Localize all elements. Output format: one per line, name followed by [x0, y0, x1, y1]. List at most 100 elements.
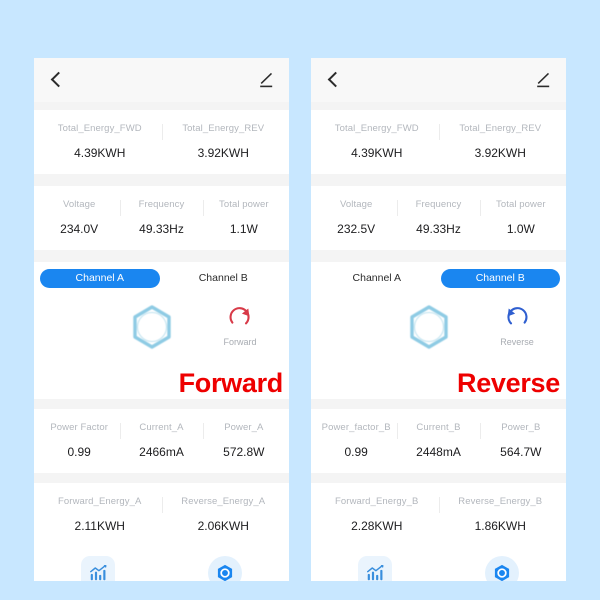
direction-indicator: Forward — [217, 303, 263, 348]
metric-power-factor: Power Factor 0.99 — [38, 421, 120, 459]
direction-overlay-text: Reverse — [457, 368, 560, 398]
tab-channel-a[interactable]: Channel A — [317, 269, 437, 288]
channel-control-area: Reverse Reverse — [311, 295, 566, 399]
metric-reverse-energy: Reverse_Energy_A 2.06KWH — [161, 495, 286, 533]
tab-channel-b[interactable]: Channel B — [164, 269, 284, 288]
metric-label: Total_Energy_FWD — [57, 123, 142, 134]
nav-item-energy-monitor[interactable]: Energy Monitor — [311, 555, 439, 581]
metric-label: Forward_Energy_B — [335, 496, 419, 507]
tab-channel-a[interactable]: Channel A — [40, 269, 160, 288]
hexagon-gear-icon — [485, 555, 520, 581]
panel-reverse: Total_Energy_FWD 4.39KWH Total_Energy_RE… — [311, 58, 566, 581]
metric-value: 2.06KWH — [197, 519, 249, 533]
metric-total-energy-rev: Total_Energy_REV 3.92KWH — [438, 122, 563, 160]
power-card: Power Factor 0.99 Current_A 2466mA Power… — [34, 409, 289, 473]
panel-forward: Total_Energy_FWD 4.39KWH Total_Energy_RE… — [34, 58, 289, 581]
section-gap — [34, 473, 289, 483]
energy-card: Forward_Energy_A 2.11KWH Reverse_Energy_… — [34, 483, 289, 547]
metric-label: Power_B — [501, 422, 541, 433]
metric-label: Total_Energy_FWD — [334, 123, 419, 134]
direction-label: Reverse — [500, 337, 534, 347]
direction-indicator: Reverse — [494, 303, 540, 348]
rotate-clockwise-icon — [229, 307, 250, 325]
metric-value: 0.99 — [67, 445, 91, 459]
bottom-navigation: Energy Monitor Calibration — [34, 547, 289, 581]
bar-chart-trend-icon — [357, 555, 392, 581]
metric-current: Current_A 2466mA — [120, 421, 202, 459]
app-header — [34, 58, 289, 102]
channel-control-area: Forward Forward — [34, 295, 289, 399]
metric-value: 2448mA — [416, 445, 461, 459]
section-gap — [34, 102, 289, 110]
metric-label: Total_Energy_REV — [182, 123, 265, 134]
pencil-edit-icon[interactable] — [534, 71, 552, 89]
section-gap — [34, 174, 289, 186]
metric-power-factor: Power_factor_B 0.99 — [315, 421, 397, 459]
bottom-navigation: Energy Monitor Calibration — [311, 547, 566, 581]
power-card: Power_factor_B 0.99 Current_B 2448mA Pow… — [311, 409, 566, 473]
metric-voltage: Voltage 232.5V — [315, 198, 397, 236]
metric-label: Reverse_Energy_B — [458, 496, 543, 507]
metric-value: 49.33Hz — [416, 222, 461, 236]
app-header — [311, 58, 566, 102]
metric-label: Total_Energy_REV — [459, 123, 542, 134]
metric-label: Frequency — [415, 199, 462, 210]
metric-value: 3.92KWH — [474, 146, 526, 160]
metric-label: Voltage — [339, 199, 373, 210]
metric-value: 234.0V — [60, 222, 99, 236]
channel-tabs: Channel A Channel B — [34, 262, 289, 295]
direction-overlay-text: Forward — [178, 368, 284, 398]
back-chevron-icon[interactable] — [48, 72, 64, 88]
metric-label: Voltage — [62, 199, 96, 210]
metric-total-energy-fwd: Total_Energy_FWD 4.39KWH — [38, 122, 162, 160]
direction-label: Forward — [223, 337, 257, 347]
metric-label: Frequency — [138, 199, 185, 210]
section-gap — [311, 102, 566, 110]
power-row: Power Factor 0.99 Current_A 2466mA Power… — [34, 409, 289, 473]
metric-value: 4.39KWH — [351, 146, 403, 160]
section-gap — [311, 399, 566, 409]
metric-total-energy-rev: Total_Energy_REV 3.92KWH — [161, 122, 286, 160]
metric-value: 232.5V — [337, 222, 376, 236]
metric-reverse-energy: Reverse_Energy_B 1.86KWH — [438, 495, 563, 533]
pencil-edit-icon[interactable] — [257, 71, 275, 89]
section-gap — [34, 399, 289, 409]
totals-card: Total_Energy_FWD 4.39KWH Total_Energy_RE… — [34, 110, 289, 174]
energy-row: Forward_Energy_B 2.28KWH Reverse_Energy_… — [311, 483, 566, 547]
metric-power: Power_A 572.8W — [202, 421, 285, 459]
metric-value: 564.7W — [500, 445, 542, 459]
metric-value: 1.86KWH — [474, 519, 526, 533]
line-card: Voltage 234.0V Frequency 49.33Hz Total p… — [34, 186, 289, 250]
metric-total-power: Total power 1.1W — [202, 198, 285, 236]
metric-value: 2466mA — [139, 445, 184, 459]
metric-value: 1.0W — [506, 222, 535, 236]
tab-channel-b[interactable]: Channel B — [440, 269, 560, 288]
channel-tabs: Channel A Channel B — [311, 262, 566, 295]
rotate-counterclockwise-icon — [507, 307, 528, 325]
hexagon-gear-icon — [208, 555, 243, 581]
metric-total-energy-fwd: Total_Energy_FWD 4.39KWH — [315, 122, 439, 160]
metric-frequency: Frequency 49.33Hz — [120, 198, 202, 236]
section-gap — [311, 250, 566, 262]
nav-item-calibration[interactable]: Calibration — [439, 555, 567, 581]
totals-row: Total_Energy_FWD 4.39KWH Total_Energy_RE… — [311, 110, 566, 174]
metric-current: Current_B 2448mA — [397, 421, 479, 459]
metric-label: Total power — [495, 199, 546, 210]
metric-label: Forward_Energy_A — [58, 496, 142, 507]
nav-item-energy-monitor[interactable]: Energy Monitor — [34, 555, 162, 581]
energy-card: Forward_Energy_B 2.28KWH Reverse_Energy_… — [311, 483, 566, 547]
metric-label: Reverse_Energy_A — [181, 496, 266, 507]
metric-power: Power_B 564.7W — [479, 421, 562, 459]
metric-value: 4.39KWH — [74, 146, 126, 160]
totals-row: Total_Energy_FWD 4.39KWH Total_Energy_RE… — [34, 110, 289, 174]
bar-chart-trend-icon — [80, 555, 115, 581]
power-row: Power_factor_B 0.99 Current_B 2448mA Pow… — [311, 409, 566, 473]
metric-value: 2.11KWH — [74, 519, 125, 533]
section-gap — [34, 250, 289, 262]
nav-item-calibration[interactable]: Calibration — [162, 555, 290, 581]
back-chevron-icon[interactable] — [325, 72, 341, 88]
section-gap — [311, 174, 566, 186]
metric-voltage: Voltage 234.0V — [38, 198, 120, 236]
metric-value: 49.33Hz — [139, 222, 184, 236]
section-gap — [311, 473, 566, 483]
